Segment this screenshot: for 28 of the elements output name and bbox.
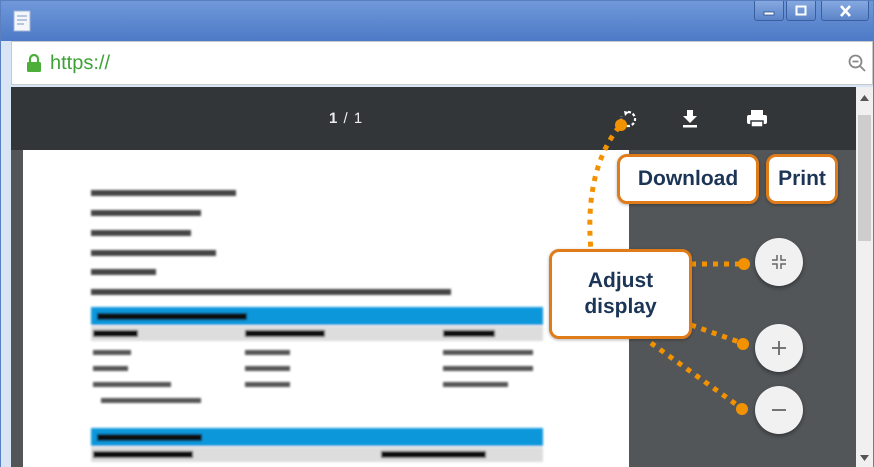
plus-icon [771, 340, 787, 356]
rotate-icon[interactable] [619, 110, 638, 128]
zoom-out-button[interactable] [755, 386, 803, 434]
close-button[interactable] [821, 1, 869, 21]
maximize-button[interactable] [786, 1, 816, 21]
minus-icon [771, 408, 787, 412]
document-icon [13, 10, 33, 32]
leader-line [691, 258, 750, 270]
collapse-icon [771, 254, 787, 270]
download-icon[interactable] [681, 109, 700, 128]
scroll-down-icon[interactable] [860, 455, 869, 461]
page-indicator: 1 / 1 [329, 110, 364, 127]
callout-label: Adjust display [549, 249, 692, 339]
printer-icon[interactable] [746, 110, 768, 128]
callout-label: Download [617, 154, 759, 204]
search-icon[interactable] [848, 54, 866, 72]
zoom-in-button[interactable] [755, 324, 803, 372]
lock-icon [26, 53, 42, 73]
url-text: https:// [50, 52, 110, 74]
close-icon [838, 4, 852, 16]
fit-page-button[interactable] [755, 238, 803, 286]
scrollbar-thumb[interactable] [858, 115, 871, 241]
minimize-button[interactable] [754, 1, 784, 21]
maximize-icon [795, 5, 807, 16]
scrollbar[interactable] [856, 87, 873, 467]
address-bar[interactable]: https:// [11, 41, 873, 85]
callout-label: Print [766, 154, 838, 204]
scroll-up-icon[interactable] [860, 95, 869, 101]
